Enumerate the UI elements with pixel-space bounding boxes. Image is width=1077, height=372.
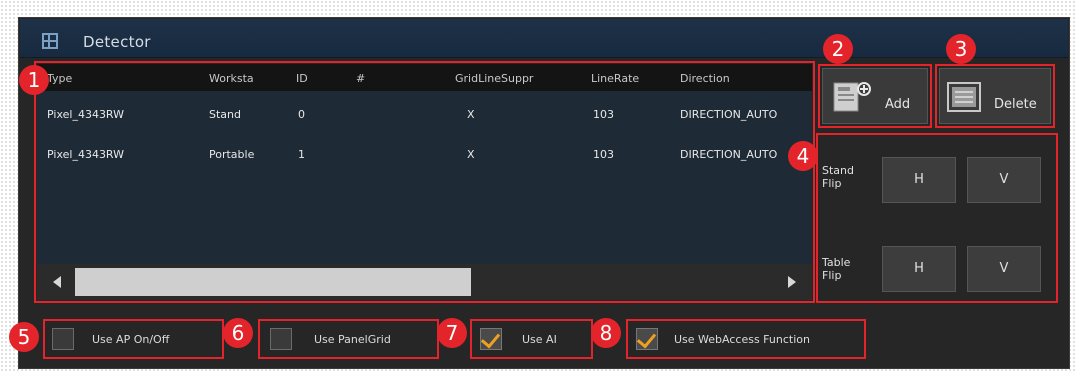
- title-bar: [20, 19, 1068, 58]
- annotation-box-table: [34, 61, 815, 303]
- annotation-box-flip: [816, 133, 1058, 303]
- annotation-box-delete: [935, 64, 1055, 128]
- grid-icon: [42, 33, 58, 49]
- annotation-badge: 4: [788, 141, 818, 171]
- annotation-badge: 1: [19, 65, 49, 95]
- annotation-badge: 3: [946, 34, 976, 64]
- annotation-box-ap: [43, 319, 224, 359]
- window-title: Detector: [83, 33, 151, 51]
- annotation-box-webaccess: [626, 319, 866, 359]
- annotation-badge: 2: [823, 34, 853, 64]
- annotation-badge: 6: [223, 318, 253, 348]
- annotation-badge: 5: [9, 322, 39, 352]
- annotation-badge: 8: [591, 318, 621, 348]
- annotation-box-panelgrid: [258, 319, 439, 359]
- annotation-box-ai: [470, 319, 593, 359]
- annotation-badge: 7: [437, 318, 467, 348]
- annotation-box-add: [818, 64, 932, 128]
